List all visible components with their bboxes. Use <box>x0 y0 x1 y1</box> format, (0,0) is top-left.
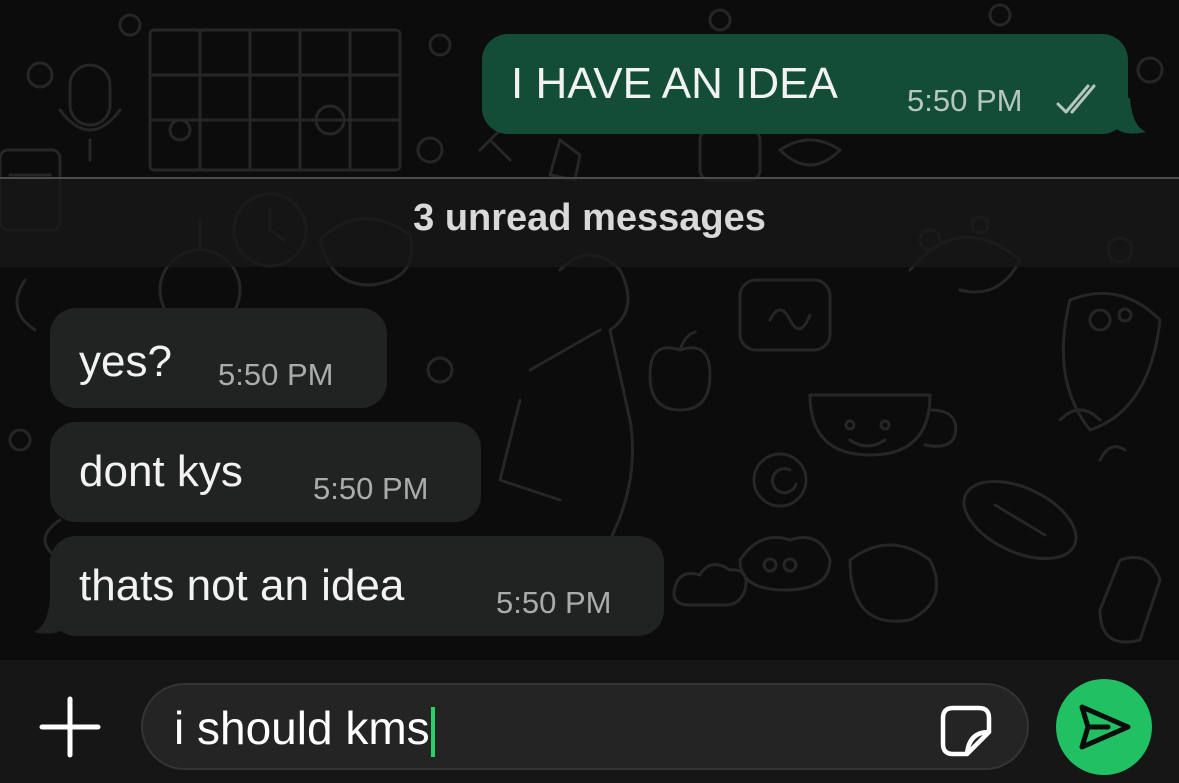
sticker-icon[interactable] <box>937 702 995 760</box>
message-text: thats not an idea <box>79 561 405 610</box>
send-icon <box>1079 704 1131 750</box>
chat-screen: I HAVE AN IDEA 5:50 PM 3 unread messages… <box>0 0 1179 783</box>
read-receipt-icon <box>1056 84 1096 114</box>
send-button[interactable] <box>1056 679 1152 775</box>
message-time: 5:50 PM <box>313 471 429 506</box>
message-input-value: i should kms <box>174 702 430 754</box>
text-caret <box>430 706 435 757</box>
unread-divider-line <box>0 177 1179 179</box>
message-time: 5:50 PM <box>218 357 334 392</box>
message-text: yes? <box>79 337 172 386</box>
incoming-message-bubble[interactable]: dont kys 5:50 PM <box>50 422 481 522</box>
message-input[interactable]: i should kms <box>141 683 1029 770</box>
plus-icon[interactable] <box>38 695 102 759</box>
message-text: dont kys <box>79 447 243 496</box>
message-time: 5:50 PM <box>496 585 612 620</box>
message-input-text: i should kms <box>174 704 435 757</box>
message-time: 5:50 PM <box>907 83 1023 118</box>
message-text: I HAVE AN IDEA <box>511 59 838 108</box>
outgoing-message-bubble[interactable]: I HAVE AN IDEA 5:50 PM <box>482 34 1128 134</box>
incoming-message-bubble[interactable]: thats not an idea 5:50 PM <box>50 536 664 636</box>
unread-messages-label: 3 unread messages <box>413 197 766 239</box>
incoming-message-bubble[interactable]: yes? 5:50 PM <box>50 308 387 408</box>
